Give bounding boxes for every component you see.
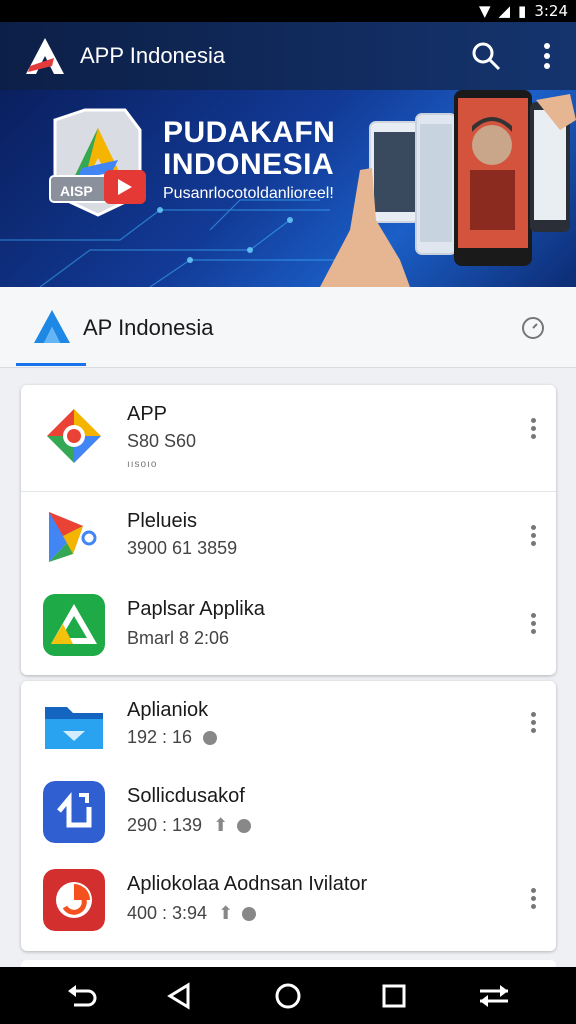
app-meta: 290 : 139 ⬆ <box>127 815 252 836</box>
banner-headline-line-2: INDONESIA <box>163 148 335 181</box>
list-item[interactable]: Apliokolaa Aodnsan Ivilator 400 : 3:94 ⬆ <box>21 857 556 951</box>
home-icon[interactable] <box>272 981 304 1011</box>
app-meta-text: 290 : 139 <box>127 815 203 835</box>
badge-icon <box>237 819 252 833</box>
battery-icon: ▮ <box>518 2 527 20</box>
list-item[interactable]: Aplianiok 192 : 16 <box>21 681 556 769</box>
search-icon[interactable] <box>470 40 502 72</box>
app-meta-text: 400 : 3:94 <box>127 903 208 923</box>
signal-icon: ◢ <box>498 2 511 20</box>
list-item[interactable]: Plelueis 3900 61 3859 <box>21 492 556 582</box>
app-meta: 192 : 16 <box>127 727 218 748</box>
status-bar: ▼ ◢ ▮ 3:24 <box>0 0 576 22</box>
arrow-icon: ⬆ <box>218 903 234 923</box>
app-name: Paplsar Applika <box>127 598 265 620</box>
arrow-icon: ⬆ <box>213 815 229 835</box>
app-icon <box>43 506 105 568</box>
recents-icon[interactable] <box>378 981 410 1011</box>
banner-subtitle: Pusanrlocotoldanlioreel! <box>163 185 334 202</box>
folder-icon <box>43 695 105 757</box>
menu-switch-icon[interactable] <box>478 981 510 1011</box>
history-icon[interactable] <box>520 315 546 341</box>
status-time: 3:24 <box>534 2 568 20</box>
banner-headline-line-1: PUDAKAFN <box>163 116 336 149</box>
more-options-icon[interactable] <box>523 415 543 445</box>
wifi-icon: ▼ <box>478 2 491 20</box>
banner-headline: PUDAKAFN INDONESIA <box>163 117 335 181</box>
tab-logo-icon <box>34 310 70 343</box>
app-small-text: ıısoıo <box>127 459 158 470</box>
more-options-icon[interactable] <box>523 885 543 915</box>
app-name: Apliokolaa Aodnsan Ivilator <box>127 873 368 895</box>
app-icon <box>43 405 105 467</box>
app-name: Plelueis <box>127 510 198 532</box>
app-meta: S80 S60 <box>127 431 197 451</box>
app-name: Sollicdusakof <box>127 785 245 807</box>
app-bar: APP Indonesia <box>0 22 576 90</box>
app-meta: Bmarl 8 2:06 <box>127 628 230 648</box>
more-options-icon[interactable] <box>534 40 560 72</box>
app-meta: 400 : 3:94 ⬆ <box>127 903 257 924</box>
tab-app-indonesia[interactable]: AP Indonesia <box>83 315 213 341</box>
app-icon <box>43 781 105 843</box>
app-name: Aplianiok <box>127 699 209 721</box>
app-meta: 3900 61 3859 <box>127 538 238 558</box>
list-item[interactable]: Paplsar Applika Bmarl 8 2:06 <box>21 582 556 675</box>
more-options-icon[interactable] <box>523 709 543 739</box>
back-icon[interactable] <box>164 981 196 1011</box>
tab-indicator <box>16 363 86 366</box>
app-meta-text: 192 : 16 <box>127 727 193 747</box>
app-list-card-1: APP S80 S60 ıısoıo Plelueis 3900 61 3859… <box>21 385 556 675</box>
banner-badge-text: AISP <box>60 183 93 199</box>
app-icon <box>43 594 105 656</box>
list-item[interactable]: APP S80 S60 ıısoıo <box>21 385 556 491</box>
app-logo-icon <box>26 38 64 74</box>
rotate-icon[interactable] <box>66 981 98 1011</box>
list-item[interactable]: Sollicdusakof 290 : 139 ⬆ <box>21 769 556 857</box>
app-title: APP Indonesia <box>80 43 226 68</box>
badge-icon <box>242 907 257 921</box>
app-name: APP <box>127 403 168 425</box>
tab-bar: AP Indonesia <box>0 287 576 368</box>
more-options-icon[interactable] <box>523 610 543 640</box>
app-icon <box>43 869 105 931</box>
system-nav-bar <box>0 967 576 1024</box>
promo-banner[interactable]: PUDAKAFN INDONESIA Pusanrlocotoldanliore… <box>0 90 576 287</box>
app-list-card-2: Aplianiok 192 : 16 Sollicdusakof 290 : 1… <box>21 681 556 951</box>
badge-icon <box>203 731 218 745</box>
more-options-icon[interactable] <box>523 522 543 552</box>
